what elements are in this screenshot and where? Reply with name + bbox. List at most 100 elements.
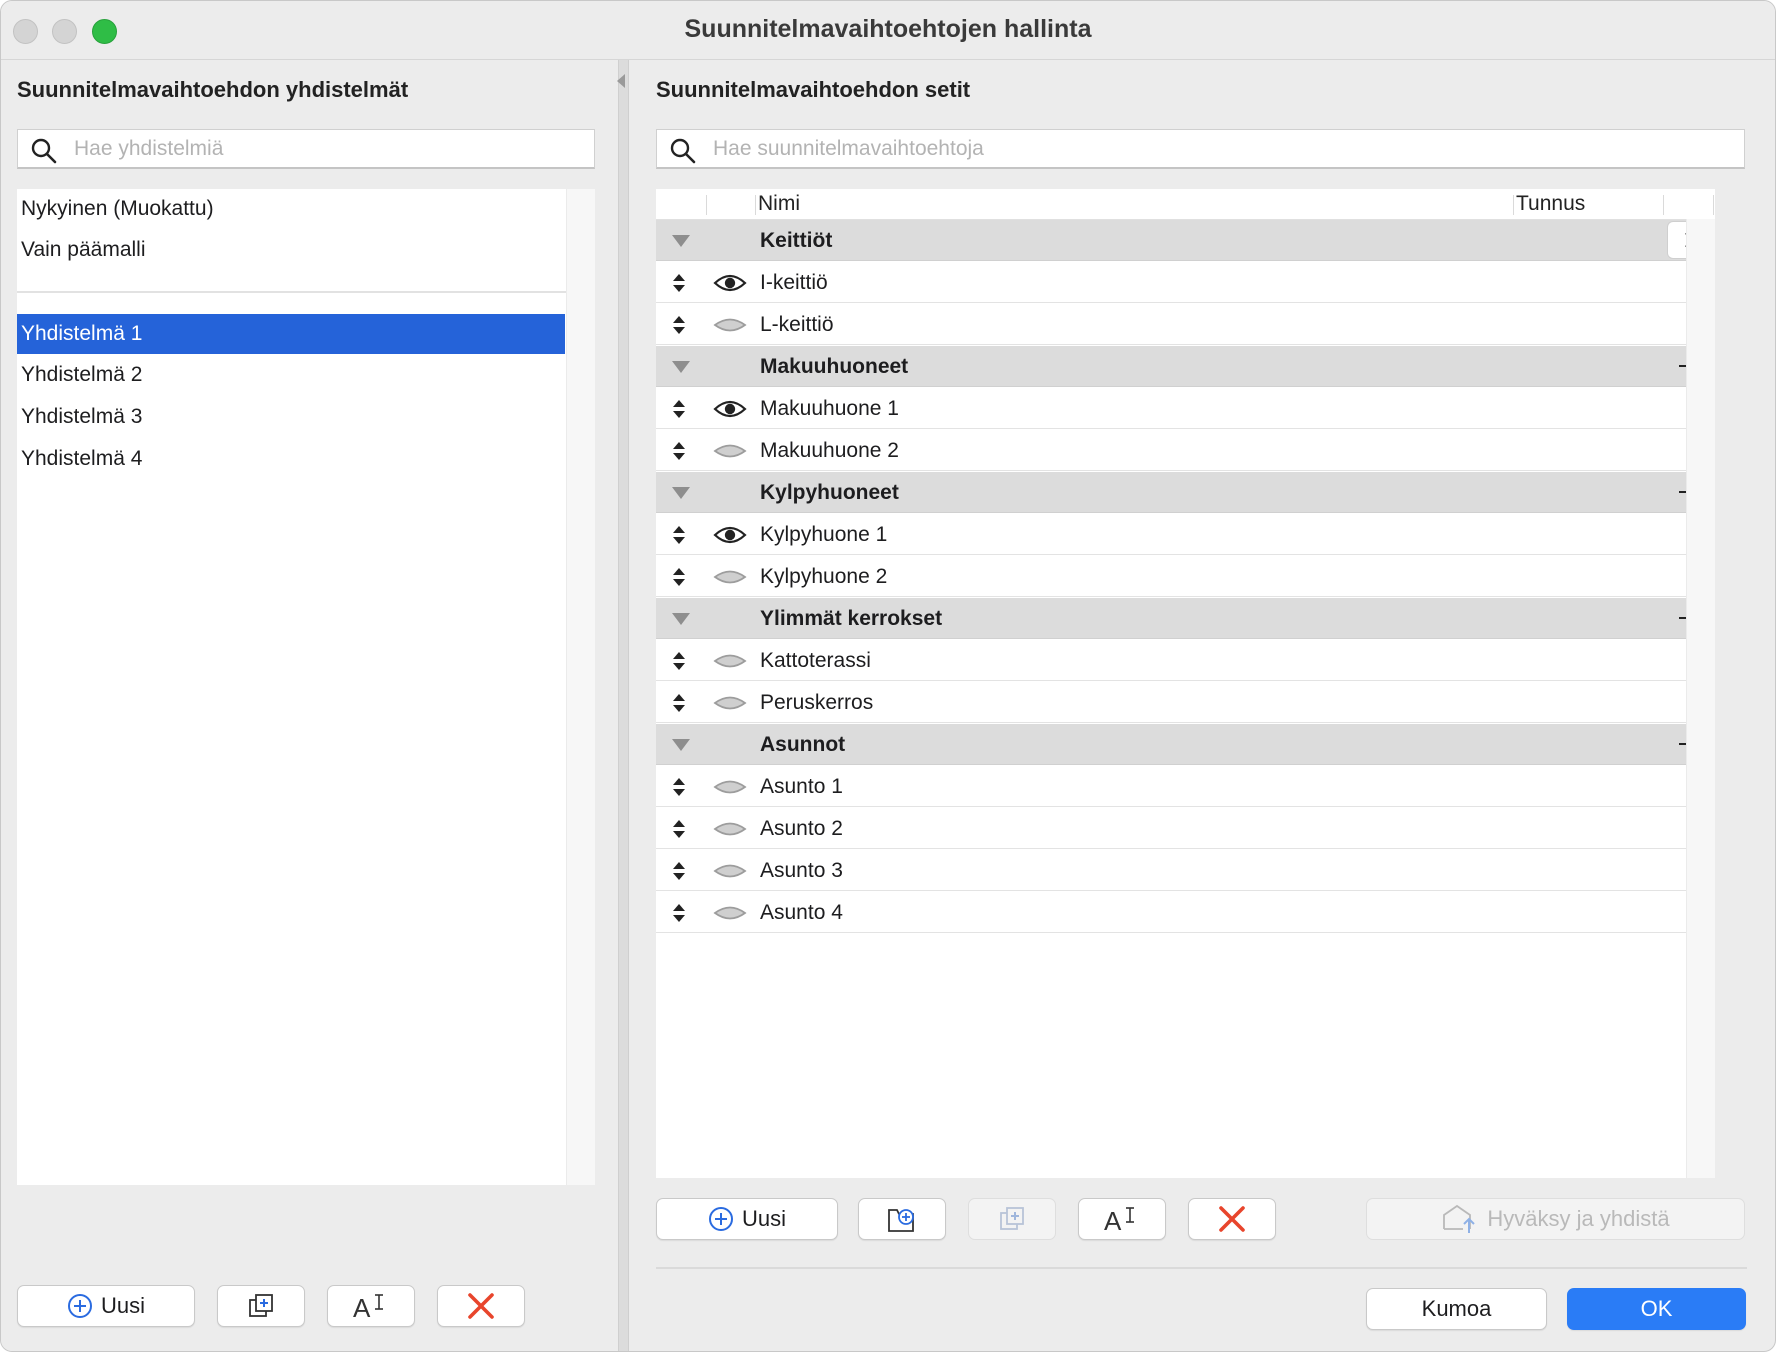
combinations-scrollbar[interactable] — [566, 189, 595, 1185]
search-icon — [670, 138, 696, 164]
reorder-handle-icon[interactable] — [672, 441, 686, 461]
option-sets-search — [656, 129, 1745, 169]
reorder-handle-icon[interactable] — [672, 693, 686, 713]
reorder-handle-icon[interactable] — [672, 861, 686, 881]
option-set-name: Ylimmät kerrokset — [760, 607, 943, 630]
reorder-handle-icon[interactable] — [672, 903, 686, 923]
design-option-row[interactable]: Kattoterassi — [656, 640, 1715, 681]
ok-button[interactable]: OK — [1567, 1288, 1746, 1330]
delete-option-button[interactable] — [1188, 1198, 1276, 1240]
reorder-handle-icon[interactable] — [672, 273, 686, 293]
duplicate-combination-button[interactable] — [217, 1285, 305, 1327]
design-option-row[interactable]: Makuuhuone 1 — [656, 388, 1715, 429]
option-set-row[interactable]: Makuuhuoneet — [656, 346, 1715, 387]
accept-and-merge-button[interactable]: Hyväksy ja yhdistä — [1366, 1198, 1745, 1240]
footer-divider — [656, 1267, 1747, 1269]
new-set-button[interactable] — [858, 1198, 946, 1240]
design-option-row[interactable]: Peruskerros — [656, 682, 1715, 723]
reorder-handle-icon[interactable] — [672, 567, 686, 587]
duplicate-option-button[interactable] — [968, 1198, 1056, 1240]
reorder-handle-icon[interactable] — [672, 399, 686, 419]
table-header: Nimi Tunnus — [656, 189, 1715, 220]
column-separator — [1513, 195, 1514, 215]
reorder-handle-icon[interactable] — [672, 651, 686, 671]
svg-text:A: A — [353, 1293, 371, 1321]
option-set-row[interactable]: Ylimmät kerrokset — [656, 598, 1715, 639]
eye-hidden-icon[interactable] — [713, 440, 747, 462]
combinations-pane: Suunnitelmavaihtoehdon yhdistelmät Nykyi… — [1, 60, 618, 1351]
disclosure-triangle-icon[interactable] — [672, 487, 690, 499]
design-option-row[interactable]: Kylpyhuone 1 — [656, 514, 1715, 555]
combinations-heading: Suunnitelmavaihtoehdon yhdistelmät — [17, 77, 409, 102]
design-option-row[interactable]: I-keittiö — [656, 262, 1715, 303]
design-option-row[interactable]: Asunto 2 — [656, 808, 1715, 849]
column-header-id[interactable]: Tunnus — [1516, 192, 1585, 216]
disclosure-triangle-icon[interactable] — [672, 613, 690, 625]
design-option-row[interactable]: Kylpyhuone 2 — [656, 556, 1715, 597]
new-combination-button[interactable]: Uusi — [17, 1285, 195, 1327]
cancel-button[interactable]: Kumoa — [1366, 1288, 1547, 1330]
reorder-handle-icon[interactable] — [672, 777, 686, 797]
new-option-button[interactable]: Uusi — [656, 1198, 838, 1240]
design-option-row[interactable]: Asunto 3 — [656, 850, 1715, 891]
plus-circle-icon — [708, 1207, 733, 1231]
option-set-name: Kylpyhuoneet — [760, 481, 899, 504]
option-set-row[interactable]: Keittiöt — [656, 220, 1715, 261]
option-set-row[interactable]: Asunnot — [656, 724, 1715, 765]
disclosure-triangle-icon[interactable] — [672, 739, 690, 751]
dialog-window: Suunnitelmavaihtoehtojen hallinta Suunni… — [0, 0, 1776, 1352]
design-option-row[interactable]: Asunto 1 — [656, 766, 1715, 807]
eye-hidden-icon[interactable] — [713, 902, 747, 924]
list-item-combination[interactable]: Yhdistelmä 4 — [17, 439, 565, 479]
disclosure-triangle-icon[interactable] — [672, 235, 690, 247]
design-option-name: Asunto 3 — [760, 859, 843, 882]
delete-combination-button[interactable] — [437, 1285, 525, 1327]
option-sets-heading: Suunnitelmavaihtoehdon setit — [656, 77, 971, 102]
table-scrollbar[interactable] — [1686, 219, 1715, 1178]
reorder-handle-icon[interactable] — [672, 819, 686, 839]
collapse-arrow-icon[interactable] — [617, 74, 625, 88]
eye-visible-icon[interactable] — [713, 524, 747, 546]
eye-hidden-icon[interactable] — [713, 860, 747, 882]
rename-combination-button[interactable]: A — [327, 1285, 415, 1327]
new-option-label: Uusi — [741, 1206, 786, 1231]
disclosure-triangle-icon[interactable] — [672, 361, 690, 373]
svg-text:A: A — [1104, 1206, 1122, 1234]
option-set-row[interactable]: Kylpyhuoneet — [656, 472, 1715, 513]
option-sets-search-input[interactable] — [711, 130, 1738, 168]
eye-hidden-icon[interactable] — [713, 314, 747, 336]
option-set-name: Keittiöt — [760, 229, 833, 252]
eye-hidden-icon[interactable] — [713, 692, 747, 714]
eye-visible-icon[interactable] — [713, 272, 747, 294]
option-sets-pane: Suunnitelmavaihtoehdon setit Nimi Tunnus… — [628, 60, 1775, 1351]
column-separator — [1713, 195, 1714, 215]
combinations-search-input[interactable] — [72, 130, 588, 168]
eye-visible-icon[interactable] — [713, 398, 747, 420]
design-option-row[interactable]: Asunto 4 — [656, 892, 1715, 933]
list-item-main-model-only[interactable]: Vain päämalli — [17, 230, 569, 270]
eye-hidden-icon[interactable] — [713, 650, 747, 672]
search-icon — [31, 138, 57, 164]
design-option-name: Kylpyhuone 2 — [760, 565, 888, 588]
column-header-name[interactable]: Nimi — [758, 192, 800, 216]
eye-hidden-icon[interactable] — [713, 566, 747, 588]
list-item-combination[interactable]: Yhdistelmä 1 — [17, 314, 565, 354]
rename-option-button[interactable]: A — [1078, 1198, 1166, 1240]
design-option-row[interactable]: L-keittiö — [656, 304, 1715, 345]
new-combination-label: Uusi — [100, 1293, 145, 1318]
reorder-handle-icon[interactable] — [672, 315, 686, 335]
list-item-combination[interactable]: Yhdistelmä 2 — [17, 355, 565, 395]
reorder-handle-icon[interactable] — [672, 525, 686, 545]
design-option-row[interactable]: Makuuhuone 2 — [656, 430, 1715, 471]
accept-and-merge-label: Hyväksy ja yhdistä — [1487, 1206, 1670, 1231]
list-item-combination[interactable]: Yhdistelmä 3 — [17, 397, 565, 437]
eye-hidden-icon[interactable] — [713, 776, 747, 798]
rename-icon: A — [1104, 1206, 1134, 1234]
list-item-current[interactable]: Nykyinen (Muokattu) — [17, 189, 569, 229]
accept-merge-icon — [1443, 1204, 1476, 1233]
option-set-name: Makuuhuoneet — [760, 355, 909, 378]
column-separator — [1663, 195, 1664, 215]
window-title: Suunnitelmavaihtoehtojen hallinta — [684, 15, 1092, 43]
eye-hidden-icon[interactable] — [713, 818, 747, 840]
design-option-name: L-keittiö — [760, 313, 834, 336]
